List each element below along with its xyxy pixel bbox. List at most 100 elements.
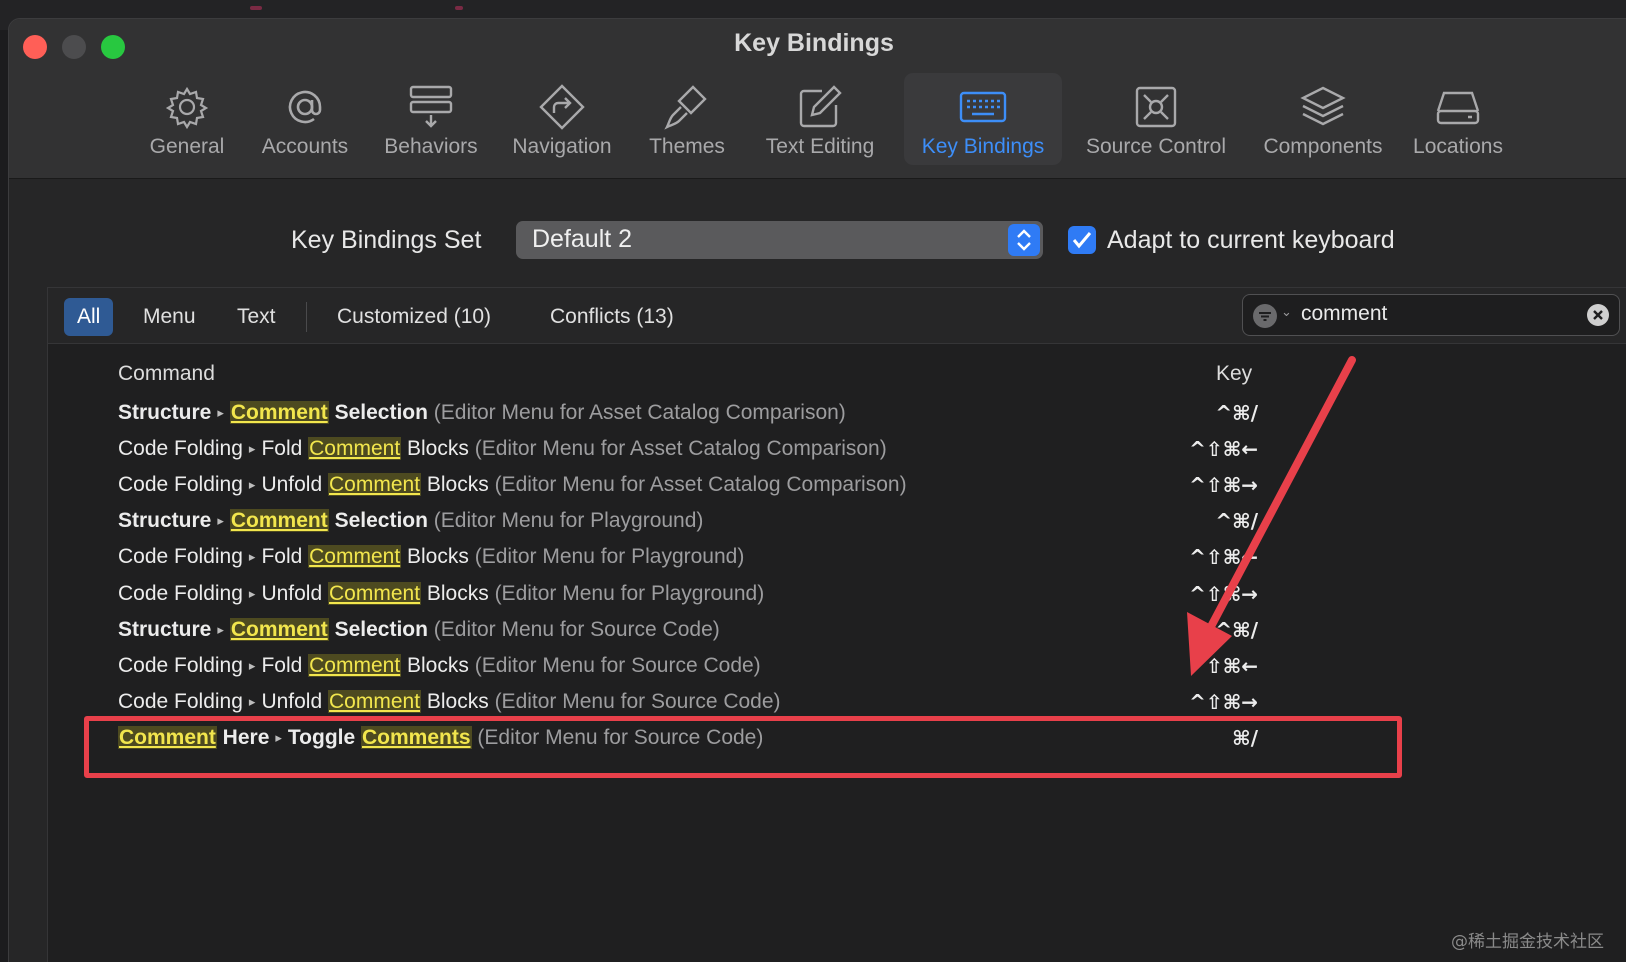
background-scribble [455, 6, 463, 10]
navigation-icon [539, 84, 585, 130]
submenu-arrow-icon: ▸ [248, 441, 256, 457]
at-icon [288, 90, 322, 124]
search-match: Comment [328, 581, 422, 605]
search-match: Comment [229, 617, 329, 641]
preferences-window: Key Bindings General Accounts Behaviors … [8, 18, 1626, 962]
menu-parent: Code Folding [118, 653, 243, 677]
submenu-arrow-icon: ▸ [248, 549, 256, 565]
clear-search-button[interactable] [1587, 304, 1609, 326]
submenu-arrow-icon: ▸ [248, 657, 256, 673]
command-suffix: Blocks [421, 473, 489, 497]
drive-icon [1436, 91, 1480, 125]
command-prefix: Unfold [261, 473, 328, 497]
command-context: (Editor Menu for Playground) [433, 509, 704, 533]
table-row[interactable]: Structure ▸ Comment Selection (Editor Menu… [118, 613, 1258, 647]
filter-lines-icon [1259, 312, 1271, 321]
key-shortcut[interactable]: ^⇧⌘← [1148, 649, 1258, 683]
table-row[interactable]: Code Folding ▸ Unfold Comment Blocks (Edit… [118, 685, 1258, 719]
menu-parent: Code Folding [118, 437, 243, 461]
command-suffix: Blocks [421, 689, 489, 713]
search-field[interactable]: ⌄ comment [1242, 294, 1620, 336]
column-header-command[interactable]: Command [118, 362, 215, 386]
menu-parent: Structure [118, 509, 212, 533]
search-match: Comment [229, 509, 329, 533]
tab-locations[interactable]: Locations [1403, 73, 1513, 165]
tab-themes[interactable]: Themes [637, 73, 737, 165]
adapt-keyboard-checkbox[interactable] [1068, 226, 1096, 254]
search-filter-button[interactable] [1253, 304, 1277, 328]
tab-label: General [149, 135, 225, 158]
table-row[interactable]: Structure ▸ Comment Selection (Editor Menu… [118, 396, 1258, 430]
command-context: (Editor Menu for Source Code) [474, 653, 761, 677]
tab-components[interactable]: Components [1251, 73, 1395, 165]
submenu-arrow-icon: ▸ [248, 693, 256, 709]
key-shortcut[interactable]: ^⇧⌘← [1148, 540, 1258, 574]
popup-stepper[interactable] [1008, 224, 1040, 256]
search-match: Comment [308, 545, 402, 569]
command-suffix: Blocks [421, 581, 489, 605]
tab-general[interactable]: General [145, 73, 229, 165]
command-context: (Editor Menu for Playground) [494, 581, 765, 605]
search-match: Comment [328, 689, 422, 713]
key-shortcut[interactable]: ^⌘/ [1148, 613, 1258, 647]
paintbrush-icon [664, 85, 707, 130]
table-row[interactable]: Code Folding ▸ Unfold Comment Blocks (Edit… [118, 577, 1258, 611]
behaviors-icon [409, 85, 453, 128]
key-bindings-panel: All Menu Text Customized (10) Conflicts … [47, 287, 1626, 962]
tab-text-editing[interactable]: Text Editing [745, 73, 895, 165]
search-input[interactable]: comment [1301, 302, 1387, 326]
table-row[interactable]: Structure ▸ Comment Selection (Editor Menu… [118, 504, 1258, 538]
source-control-icon [1135, 86, 1177, 128]
menu-parent: Code Folding [118, 581, 243, 605]
search-match: Comment [308, 437, 402, 461]
menu-parent: Code Folding [118, 689, 243, 713]
column-header-key[interactable]: Key [1216, 362, 1252, 386]
key-shortcut[interactable]: ^⌘/ [1148, 504, 1258, 538]
tab-label: Accounts [261, 135, 349, 158]
tab-accounts[interactable]: Accounts [253, 73, 357, 165]
command-prefix: Unfold [261, 581, 328, 605]
command-suffix: Blocks [401, 653, 469, 677]
checkmark-icon [1072, 232, 1092, 249]
key-bindings-set-label: Key Bindings Set [291, 226, 482, 254]
chevron-down-icon: ⌄ [1281, 304, 1292, 319]
filter-conflicts[interactable]: Conflicts (13) [537, 298, 687, 336]
table-row[interactable]: Code Folding ▸ Unfold Comment Blocks (Edit… [118, 468, 1258, 502]
menu-parent: Structure [118, 401, 212, 424]
search-match: Comment [328, 473, 422, 497]
watermark-text: @稀土掘金技术社区 [1451, 932, 1604, 952]
close-icon [1593, 310, 1603, 320]
menu-parent: Code Folding [118, 473, 243, 497]
key-shortcut[interactable]: ^⇧⌘→ [1148, 577, 1258, 611]
key-bindings-set-popup[interactable]: Default 2 [516, 221, 1043, 259]
adapt-keyboard-label: Adapt to current keyboard [1107, 226, 1395, 254]
tab-behaviors[interactable]: Behaviors [373, 73, 489, 165]
tab-label: Themes [649, 135, 725, 158]
tab-label: Components [1263, 135, 1383, 158]
tab-source-control[interactable]: Source Control [1073, 73, 1239, 165]
key-shortcut[interactable]: ^⇧⌘← [1148, 432, 1258, 466]
submenu-arrow-icon: ▸ [248, 585, 256, 601]
tab-navigation[interactable]: Navigation [497, 73, 627, 165]
tab-label: Locations [1413, 135, 1503, 158]
key-shortcut[interactable]: ^⇧⌘→ [1148, 468, 1258, 502]
filter-menu[interactable]: Menu [130, 298, 209, 336]
table-row[interactable]: Code Folding ▸ Fold Comment Blocks (Editor… [118, 540, 1258, 574]
filter-all[interactable]: All [64, 298, 114, 336]
keyboard-icon [959, 91, 1007, 123]
tab-key-bindings[interactable]: Key Bindings [904, 73, 1062, 165]
preferences-toolbar: General Accounts Behaviors Navigation Th… [9, 73, 1626, 173]
table-row[interactable]: Code Folding ▸ Fold Comment Blocks (Editor… [118, 432, 1258, 466]
command-context: (Editor Menu for Asset Catalog Compariso… [433, 401, 846, 424]
filter-customized[interactable]: Customized (10) [324, 298, 504, 336]
command-context: (Editor Menu for Source Code) [433, 617, 720, 641]
command-suffix: Selection [328, 617, 428, 641]
key-shortcut[interactable]: ^⇧⌘→ [1148, 685, 1258, 719]
submenu-arrow-icon: ▸ [248, 477, 256, 493]
table-row[interactable]: Code Folding ▸ Fold Comment Blocks (Editor… [118, 649, 1258, 683]
command-suffix: Selection [328, 509, 428, 533]
key-shortcut[interactable]: ^⌘/ [1148, 396, 1258, 430]
command-context: (Editor Menu for Playground) [474, 545, 745, 569]
filter-bar: All Menu Text Customized (10) Conflicts … [48, 288, 1626, 344]
filter-text[interactable]: Text [224, 298, 289, 336]
